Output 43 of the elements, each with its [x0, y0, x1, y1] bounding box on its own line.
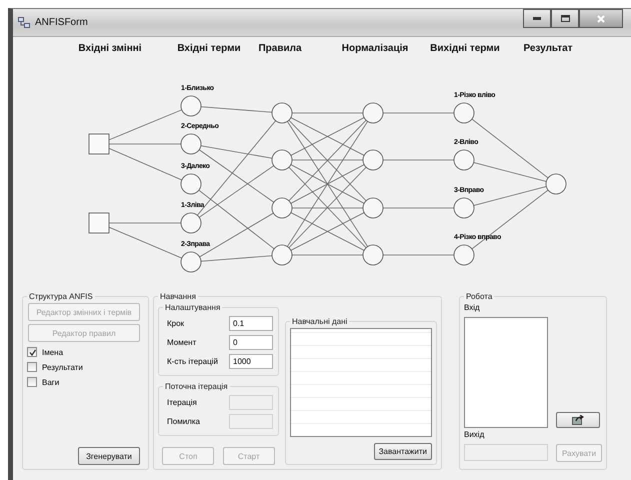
group-title: Налаштування — [164, 303, 222, 312]
layer-heading: Правила — [258, 43, 302, 54]
checkbox[interactable] — [27, 347, 37, 357]
transfer-button[interactable] — [556, 412, 600, 428]
check-icon — [28, 348, 36, 356]
input-field[interactable]: 1000 — [229, 354, 273, 369]
app-icon — [18, 17, 30, 28]
field-label: Помилка — [166, 417, 201, 426]
field-label: Ітерація — [166, 398, 198, 407]
load-button[interactable]: Завантажити — [374, 442, 432, 460]
minimize-button[interactable] — [523, 9, 551, 28]
maximize-icon — [560, 15, 570, 22]
close-button[interactable] — [579, 9, 623, 28]
window-title: ANFISForm — [35, 17, 89, 28]
export-icon — [572, 415, 584, 425]
data-list[interactable] — [290, 328, 432, 437]
maximize-button[interactable] — [551, 9, 579, 28]
field-label: Момент — [166, 338, 198, 347]
layer-heading: Вхідні змінні — [78, 43, 142, 54]
field-label: Вихід — [464, 430, 486, 441]
checkbox-label: Ваги — [42, 378, 60, 386]
field-label: Вхід — [464, 303, 481, 314]
layer-heading: Результат — [523, 43, 573, 54]
layer-heading: Вхідні терми — [177, 43, 241, 54]
group-title: Структура ANFIS — [28, 292, 94, 301]
group-title: Поточна ітерація — [164, 382, 229, 391]
minimize-icon — [533, 17, 541, 20]
field-label: К-сть ітерацій — [166, 357, 219, 366]
checkbox[interactable] — [27, 377, 37, 387]
input-field[interactable]: 0 — [229, 335, 273, 350]
input-list[interactable] — [464, 317, 548, 428]
group-title: Навчання — [159, 292, 197, 301]
field-label: Крок — [166, 319, 186, 328]
checkbox-label: Результати — [42, 362, 83, 372]
input-field[interactable]: 0.1 — [229, 316, 273, 331]
generate-button[interactable]: Згенерувати — [78, 447, 140, 465]
close-icon — [597, 14, 605, 22]
group-title: Робота — [465, 292, 494, 301]
layer-heading: Нормалізація — [342, 43, 408, 54]
layer-heading: Вихідні терми — [430, 43, 500, 54]
group-title: Навчальні дані — [291, 317, 348, 326]
checkbox-label: Імена — [42, 348, 64, 356]
checkbox[interactable] — [27, 362, 37, 372]
